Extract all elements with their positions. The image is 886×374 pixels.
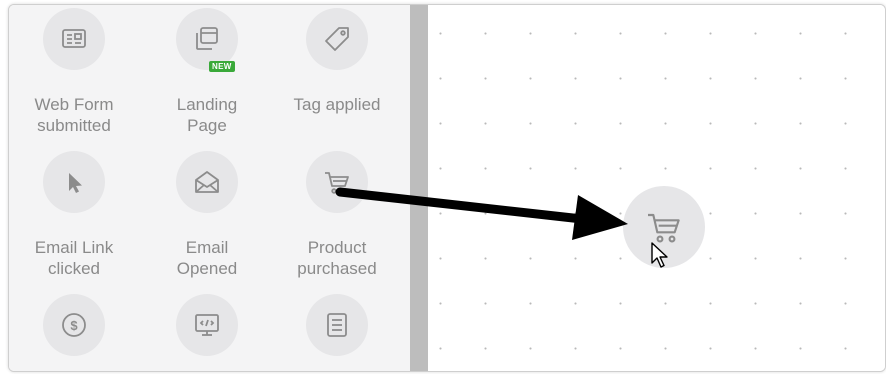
black-arrow-icon bbox=[335, 187, 628, 240]
mouse-pointer-icon bbox=[651, 242, 668, 268]
